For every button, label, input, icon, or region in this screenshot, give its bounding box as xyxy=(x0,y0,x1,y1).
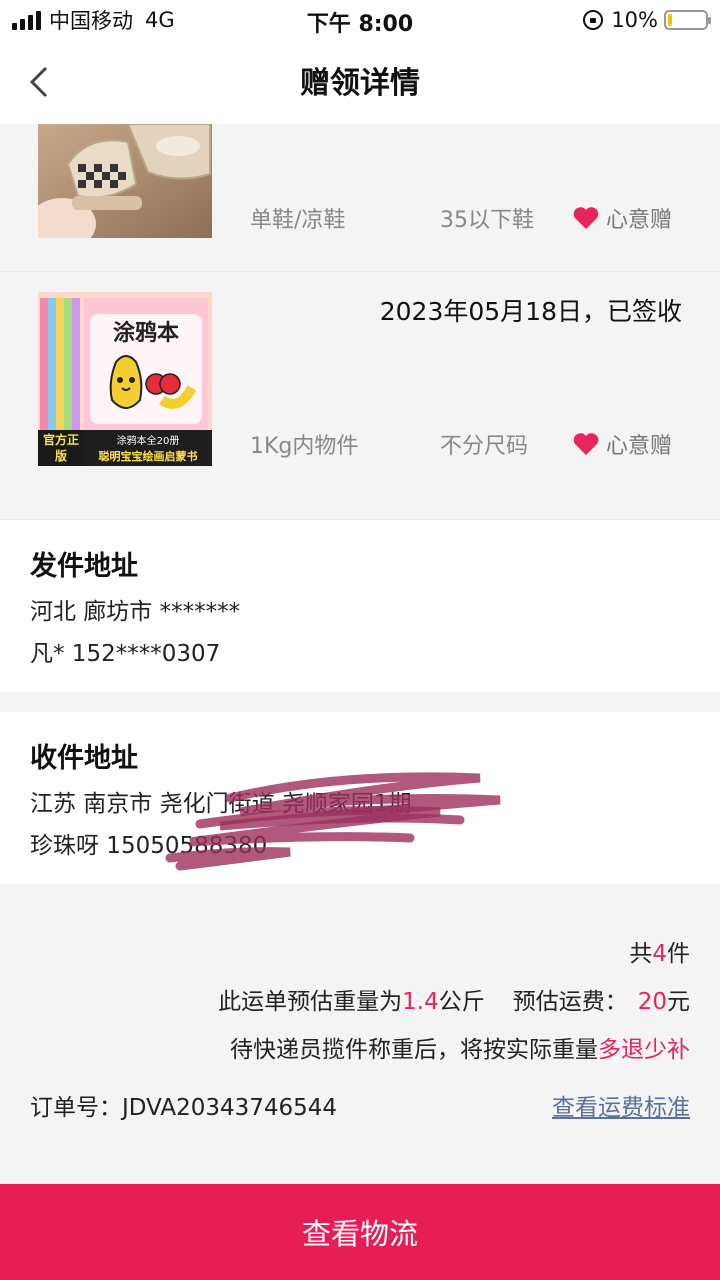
sender-address-section: 发件地址 河北 廊坊市 ******* 凡* 152****0307 xyxy=(0,520,720,692)
heart-icon xyxy=(573,207,599,229)
rotation-lock-icon xyxy=(583,10,604,30)
receiver-contact: 珍珠呀 15050588380 xyxy=(30,833,268,859)
weight-unit: 公斤 xyxy=(438,989,485,1015)
heart-icon xyxy=(573,433,599,455)
official-badge-text: 官方正版 xyxy=(42,433,79,463)
battery-fill xyxy=(668,14,672,26)
coloring-book-photo: 涂鸦本 官方正版 涂鸦本全20册 聪明宝宝绘画启蒙书 xyxy=(38,292,212,466)
item-category: 单鞋/凉鞋 xyxy=(250,208,346,233)
count-suffix: 件 xyxy=(667,941,690,967)
sender-region: 河北 廊坊市 ******* xyxy=(30,599,241,625)
battery-percent: 10% xyxy=(611,8,658,32)
order-number: 订单号：JDVA20343746544 xyxy=(30,1095,338,1121)
gift-type: 心意赠 xyxy=(572,428,672,460)
count-value: 4 xyxy=(652,941,667,967)
status-bar: 中国移动 4G 下午 8:00 10% xyxy=(0,0,720,40)
book-title-text: 涂鸦本 xyxy=(113,320,179,346)
weight-value: 1.4 xyxy=(402,989,439,1015)
item-count: 共4件 xyxy=(629,934,690,968)
fee-value: 20 xyxy=(637,989,667,1015)
fee-prefix: 预估运费： xyxy=(512,989,628,1015)
receiver-address-section: 收件地址 江苏 南京市 尧化门街道 尧顺家园1期 珍珠呀 15050588380 xyxy=(0,712,720,884)
shipping-summary: 共4件 此运单预估重量为1.4公斤 预估运费： 20元 待快递员揽件称重后，将按实际… xyxy=(0,884,720,1184)
battery-icon xyxy=(664,10,711,30)
receiver-title: 收件地址 xyxy=(30,743,138,774)
count-prefix: 共 xyxy=(629,941,653,967)
item-size: 35以下鞋 xyxy=(440,208,534,233)
sandals-photo xyxy=(38,124,212,238)
nav-bar: 赠领详情 xyxy=(0,40,720,124)
fee-unit: 元 xyxy=(667,989,690,1015)
gift-item-1[interactable]: 单鞋/凉鞋 35以下鞋 心意赠 xyxy=(0,124,720,272)
status-right: 10% xyxy=(583,6,711,34)
gift-type-label: 心意赠 xyxy=(606,208,673,233)
item-category: 1Kg内物件 xyxy=(250,434,359,459)
gift-item-2[interactable]: 涂鸦本 官方正版 涂鸦本全20册 聪明宝宝绘画启蒙书 2023年05月18日，已… xyxy=(0,272,720,520)
book-line1-text: 涂鸦本全20册 xyxy=(117,434,180,447)
note-accent: 多退少补 xyxy=(598,1037,690,1063)
delivery-status: 2023年05月18日，已签收 xyxy=(379,297,682,326)
weight-fee-line: 此运单预估重量为1.4公斤 预估运费： 20元 xyxy=(218,982,690,1016)
gift-type-label: 心意赠 xyxy=(606,434,673,459)
view-logistics-button[interactable]: 查看物流 xyxy=(0,1184,720,1280)
sender-title: 发件地址 xyxy=(30,551,138,582)
gift-type: 心意赠 xyxy=(572,202,672,234)
receiver-region: 江苏 南京市 尧化门街道 尧顺家园1期 xyxy=(30,791,412,817)
item-size: 不分尺码 xyxy=(440,434,529,459)
refund-note: 待快递员揽件称重后，将按实际重量多退少补 xyxy=(230,1030,690,1064)
weight-prefix: 此运单预估重量为 xyxy=(218,989,403,1015)
sender-contact: 凡* 152****0307 xyxy=(30,641,221,667)
page-title: 赠领详情 xyxy=(300,66,420,101)
book-line2-text: 聪明宝宝绘画启蒙书 xyxy=(99,449,198,463)
fee-standard-link[interactable]: 查看运费标准 xyxy=(552,1088,690,1122)
note-prefix: 待快递员揽件称重后，将按实际重量 xyxy=(230,1037,598,1063)
